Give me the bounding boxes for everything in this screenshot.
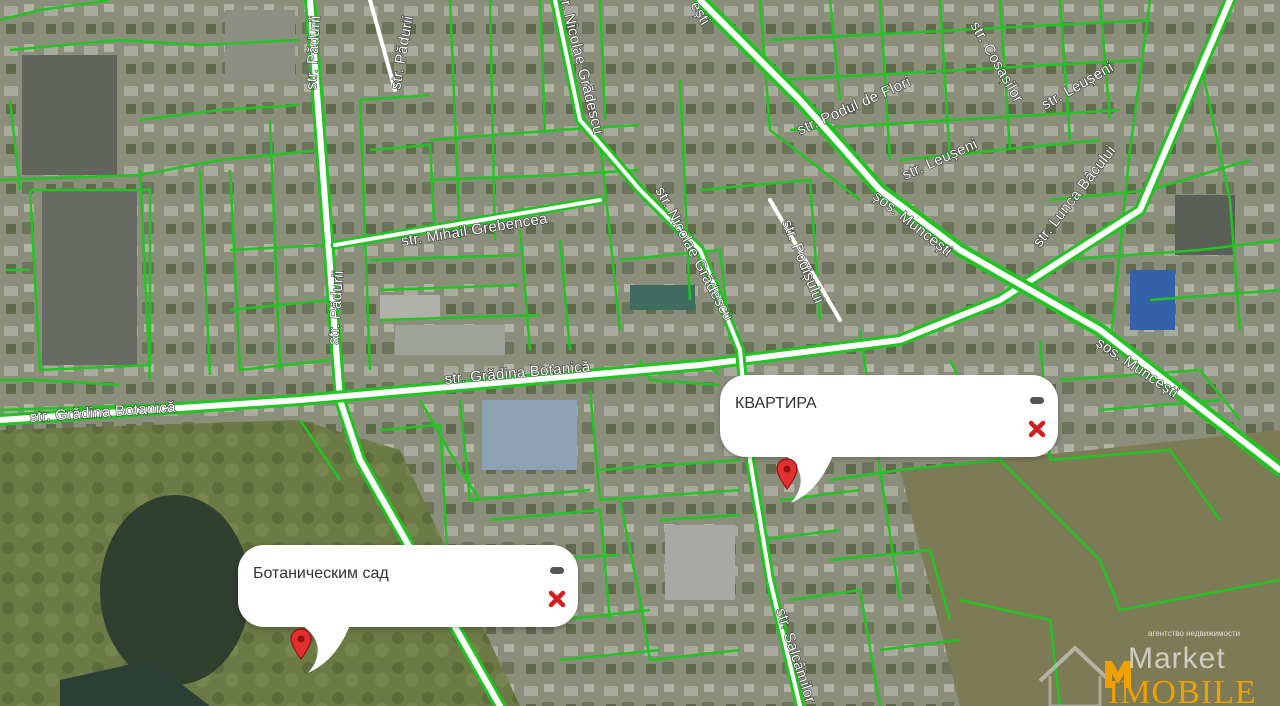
popup-botanical-garden[interactable]: Ботаническим сад [238, 545, 578, 627]
minimize-icon[interactable] [550, 567, 564, 574]
popup-apartment[interactable]: КВАРТИРА [720, 375, 1058, 457]
satellite-map[interactable]: str. Pădurii str. Pădurii str. Pădurii s… [0, 0, 1280, 706]
building-roof [665, 525, 735, 600]
building-roof [395, 325, 505, 355]
building-roof [225, 10, 295, 80]
map-marker-icon[interactable] [290, 628, 312, 660]
market-imobile-logo: агентство недвижимости Market IMOBILE [1038, 629, 1257, 706]
map-marker-icon[interactable] [776, 458, 798, 490]
building-roof [22, 55, 117, 175]
logo-brand-top: Market [1128, 642, 1226, 675]
building-roof [482, 400, 577, 470]
building-roof [630, 285, 695, 310]
building-roof [42, 190, 137, 365]
building-roof [380, 295, 440, 320]
close-x-icon[interactable] [548, 590, 566, 608]
logo-tagline: агентство недвижимости [1148, 629, 1240, 638]
popup-botanical-garden-title: Ботаническим сад [253, 565, 389, 582]
popup-apartment-title: КВАРТИРА [735, 395, 817, 412]
lake [100, 495, 250, 685]
logo-brand-bottom: IMOBILE [1108, 674, 1257, 706]
minimize-icon[interactable] [1030, 397, 1044, 404]
close-x-icon[interactable] [1028, 420, 1046, 438]
